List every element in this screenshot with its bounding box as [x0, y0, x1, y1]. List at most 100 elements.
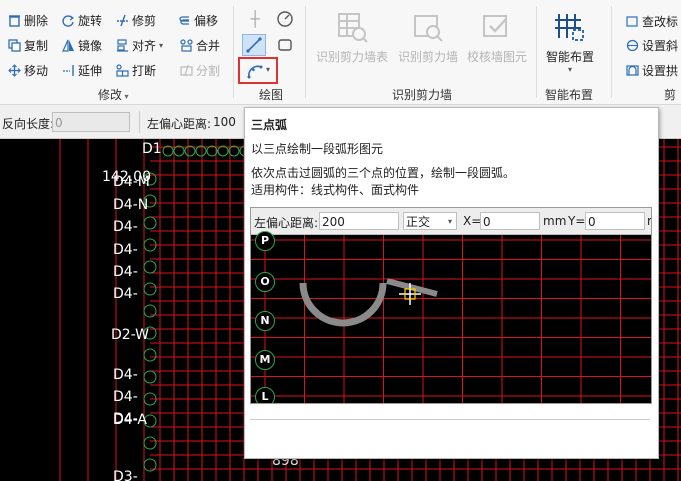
rotate-button[interactable]: 旋转	[62, 12, 102, 29]
axis-marker	[143, 282, 157, 296]
tooltip-description: 依次点击过圆弧的三个点的位置，绘制一段圆弧。	[251, 166, 516, 180]
preview-toolbar: 左偏心距离: 200 正交 ▾ X= 0 mm Y= 0 r	[251, 208, 651, 235]
line-tool-button[interactable]	[242, 34, 266, 56]
trim-icon	[116, 14, 129, 27]
split-label: 分割	[196, 64, 221, 78]
cad-label: D4-A	[113, 412, 148, 428]
preview-arc	[299, 282, 387, 327]
extend-button[interactable]: 延伸	[62, 62, 102, 79]
cad-label: D4-N	[113, 197, 149, 213]
set-slope-label: 设置斜	[642, 39, 679, 53]
divider	[536, 6, 537, 98]
copy-label: 复制	[24, 39, 49, 53]
tooltip-applies: 适用构件：线式构件、面式构件	[251, 183, 420, 197]
reverse-length-label: 反向长度:	[2, 117, 55, 131]
chevron-down-icon: ▾	[567, 65, 572, 74]
divider	[611, 6, 612, 98]
divider	[233, 6, 234, 98]
line-icon	[243, 37, 265, 58]
merge-button[interactable]: 合并	[180, 37, 220, 54]
identify-shear-wall-button[interactable]: 识别剪力墙	[395, 10, 461, 65]
extend-label: 延伸	[78, 64, 103, 78]
move-label: 移动	[24, 64, 49, 78]
break-button[interactable]: 打断	[116, 62, 156, 79]
check-icon	[480, 10, 514, 44]
align-icon	[116, 39, 129, 52]
mirror-label: 镜像	[78, 39, 103, 53]
preview-mode-label: 正交	[406, 215, 431, 229]
move-button[interactable]: 移动	[8, 62, 48, 79]
axis-label-m: M	[255, 350, 275, 370]
merge-label: 合并	[196, 39, 221, 53]
cad-label: D4-	[113, 242, 138, 258]
left-offset-input[interactable]: 100	[211, 112, 245, 132]
move-icon	[8, 64, 21, 77]
axis-marker	[143, 348, 157, 362]
split-icon	[180, 64, 193, 77]
offset-button[interactable]: 偏移	[178, 12, 218, 29]
left-offset-label: 左偏心距离:	[147, 117, 212, 131]
delete-label: 删除	[24, 14, 49, 28]
mirror-button[interactable]: 镜像	[62, 37, 102, 54]
cad-label: D4-	[113, 367, 138, 383]
rect-tool-button[interactable]	[276, 36, 294, 57]
break-label: 打断	[132, 64, 157, 78]
verify-wall-button[interactable]: 校核墙图元	[464, 10, 530, 65]
set-slope-button[interactable]: 设置斜	[626, 37, 678, 54]
draw-group-label: 绘图	[259, 88, 284, 102]
align-button[interactable]: 对齐 ▾	[116, 37, 163, 54]
wall-search-icon	[411, 10, 445, 44]
cad-label: D3-	[113, 469, 138, 481]
rotate-icon	[62, 14, 75, 27]
shear-wall-group-label: 识别剪力墙	[392, 88, 453, 102]
x-label: X=	[463, 214, 482, 228]
trim-button[interactable]: 修剪	[116, 12, 156, 29]
offset-label: 偏移	[194, 14, 219, 28]
delete-icon	[8, 14, 21, 27]
identify-label: 识别剪力墙	[397, 50, 458, 64]
reverse-length-input[interactable]: 0	[52, 112, 130, 132]
preview-offset-label: 左偏心距离:	[254, 216, 319, 230]
check-label-button[interactable]: 查改标	[626, 13, 678, 30]
preview-offset-input: 200	[319, 212, 399, 230]
mirror-icon	[62, 39, 75, 52]
tooltip-subtitle: 以三点绘制一段弧形图元	[251, 142, 384, 156]
smart-layout-label: 智能布置	[545, 50, 594, 64]
modify-group-label: 修改 ▾	[98, 88, 129, 102]
slope-icon	[626, 39, 639, 52]
divider	[305, 6, 306, 98]
identify-table-label: 识别剪力墙表	[315, 50, 388, 64]
axis-marker	[143, 216, 157, 230]
chevron-down-icon: ▾	[159, 41, 164, 50]
set-arch-label: 设置拱	[642, 64, 679, 78]
point-icon[interactable]: ┼	[246, 10, 264, 28]
circle-tool-button[interactable]	[276, 10, 294, 31]
y-input: 0	[585, 212, 645, 230]
cad-label: D4-	[113, 219, 138, 235]
trim-label: 修剪	[132, 14, 157, 28]
grid-layout-icon	[553, 10, 587, 44]
split-button[interactable]: 分割	[180, 62, 220, 79]
divider	[139, 111, 140, 133]
delete-button[interactable]: 删除	[8, 12, 48, 29]
rotate-label: 旋转	[78, 14, 103, 28]
highlight-box	[238, 57, 278, 84]
smart-layout-group-label: 智能布置	[545, 88, 594, 102]
chevron-down-icon: ▾	[447, 217, 452, 226]
rectangle-icon	[276, 39, 294, 57]
tooltip-title: 三点弧	[251, 118, 288, 132]
axis-label-l: L	[255, 387, 275, 403]
three-point-arc-tooltip: 三点弧 以三点绘制一段弧形图元 依次点击过圆弧的三个点的位置，绘制一段圆弧。 适…	[244, 107, 659, 459]
smart-layout-button[interactable]: 智能布置 ▾	[542, 10, 598, 74]
preview-canvas	[251, 235, 651, 403]
identify-shear-wall-table-button[interactable]: 识别剪力墙表	[313, 10, 391, 65]
tooltip-preview: 左偏心距离: 200 正交 ▾ X= 0 mm Y= 0 r P ONM L	[250, 207, 652, 404]
cad-label: D2-W	[111, 327, 150, 343]
copy-button[interactable]: 复制	[8, 37, 48, 54]
set-arch-button[interactable]: 设置拱	[626, 62, 678, 79]
tooltip-divider	[250, 419, 650, 420]
axis-label-o: O	[255, 272, 275, 292]
y-label: Y=	[568, 214, 586, 228]
axis-label-n: N	[255, 311, 275, 331]
axis-marker	[143, 260, 157, 274]
